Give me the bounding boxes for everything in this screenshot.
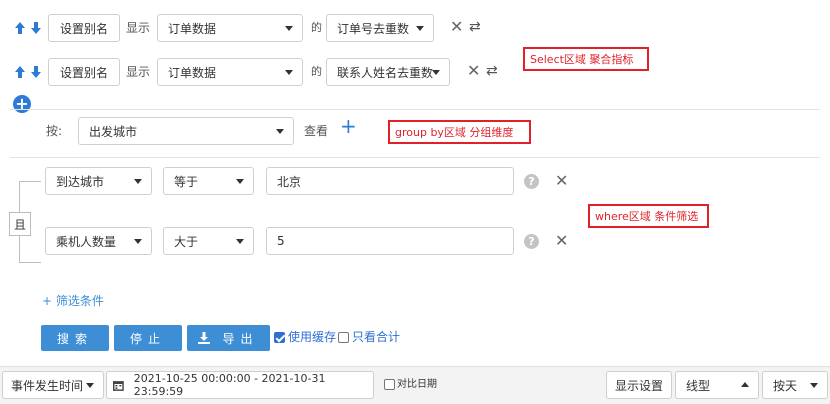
chevron-down-icon [285,70,293,75]
chevron-down-icon [432,70,440,75]
data-source-value: 订单数据 [168,21,217,36]
move-down-arrow-icon[interactable] [31,22,41,34]
swap-icon[interactable]: ⇄ [469,20,481,34]
help-icon[interactable]: ? [524,174,539,189]
filter-operator-select[interactable]: 大于 [163,227,254,255]
close-icon[interactable]: ✕ [555,173,568,189]
filter-operator-select[interactable]: 等于 [163,167,254,195]
set-alias-button[interactable]: 设置别名 [48,14,120,42]
only-total-checkbox[interactable] [338,332,349,343]
filter-field-value: 乘机人数量 [56,234,117,249]
group-dimension-select[interactable]: 出发城市 [78,117,294,145]
use-cache-label: 使用缓存 [288,330,337,344]
metric-value: 联系人姓名去重数 [337,65,434,80]
data-source-select[interactable]: 订单数据 [157,14,303,42]
stop-button[interactable]: 停止 [114,325,182,351]
filter-value-input[interactable]: 北京 [266,167,514,195]
group-by-annotation: group by区域 分组维度 [388,120,531,144]
download-icon [198,332,211,344]
metric-select[interactable]: 订单号去重数 [326,14,434,42]
show-label: 显示 [126,65,151,79]
compare-date-checkbox[interactable] [384,379,395,390]
filter-value-text: 5 [277,234,285,248]
chevron-down-icon [86,383,94,388]
filter-operator-value: 大于 [174,234,199,249]
where-annotation: where区域 条件筛选 [588,204,709,228]
move-down-arrow-icon[interactable] [31,66,41,78]
add-filter-link[interactable]: + 筛选条件 [42,293,104,309]
chevron-down-icon [236,179,244,184]
group-by-label: 按: [46,124,63,138]
help-icon[interactable]: ? [524,234,539,249]
chart-type-select[interactable]: 线型 [675,371,759,399]
chevron-down-icon [810,383,818,388]
metric-value: 订单号去重数 [337,21,410,36]
use-cache-checkbox[interactable] [274,332,285,343]
move-up-arrow-icon[interactable] [15,66,25,78]
set-alias-button[interactable]: 设置别名 [48,58,120,86]
swap-icon[interactable]: ⇄ [486,64,498,78]
display-settings-button[interactable]: 显示设置 [606,371,672,399]
metric-select[interactable]: 联系人姓名去重数 [326,58,450,86]
section-divider [10,157,820,158]
date-range-value: 2021-10-25 00:00:00 - 2021-10-31 23:59:5… [133,372,326,398]
time-field-value: 事件发生时间 [11,378,84,393]
group-dimension-value: 出发城市 [89,124,138,139]
of-label: 的 [311,65,322,78]
chevron-down-icon [276,129,284,134]
filter-field-value: 到达城市 [56,174,105,189]
close-icon[interactable]: ✕ [467,63,480,79]
filter-value-text: 北京 [277,174,302,189]
compare-date-label: 对比日期 [397,379,437,390]
chevron-down-icon [416,26,424,31]
chart-type-value: 线型 [686,378,711,393]
chevron-down-icon [134,179,142,184]
logic-and-toggle[interactable]: 且 [9,212,31,236]
view-label: 查看 [304,124,329,138]
export-label: 导出 [222,331,259,346]
granularity-select[interactable]: 按天 [762,371,828,399]
granularity-value: 按天 [773,378,798,393]
of-label: 的 [311,21,322,34]
calendar-icon [113,380,124,391]
filter-operator-value: 等于 [174,174,199,189]
only-total-label: 只看合计 [352,330,401,344]
date-range-picker[interactable]: 2021-10-25 00:00:00 - 2021-10-31 23:59:5… [106,371,374,399]
filter-field-select[interactable]: 乘机人数量 [45,227,152,255]
close-icon[interactable]: ✕ [555,233,568,249]
add-group-plus-icon[interactable]: + [340,116,357,136]
chevron-down-icon [285,26,293,31]
close-icon[interactable]: ✕ [450,19,463,35]
data-source-value: 订单数据 [168,65,217,80]
section-divider [10,109,820,110]
select-annotation: Select区域 聚合指标 [523,47,649,71]
search-button[interactable]: 搜索 [41,325,109,351]
filter-value-input[interactable]: 5 [266,227,514,255]
filter-field-select[interactable]: 到达城市 [45,167,152,195]
show-label: 显示 [126,21,151,35]
time-field-select[interactable]: 事件发生时间 [2,371,104,399]
logic-and-label: 且 [13,217,26,232]
add-metric-plus-circle-icon[interactable]: + [13,95,31,113]
move-up-arrow-icon[interactable] [15,22,25,34]
data-source-select[interactable]: 订单数据 [157,58,303,86]
chevron-up-icon [741,382,749,387]
chevron-down-icon [134,239,142,244]
chevron-down-icon [236,239,244,244]
export-button[interactable]: 导出 [187,325,270,351]
